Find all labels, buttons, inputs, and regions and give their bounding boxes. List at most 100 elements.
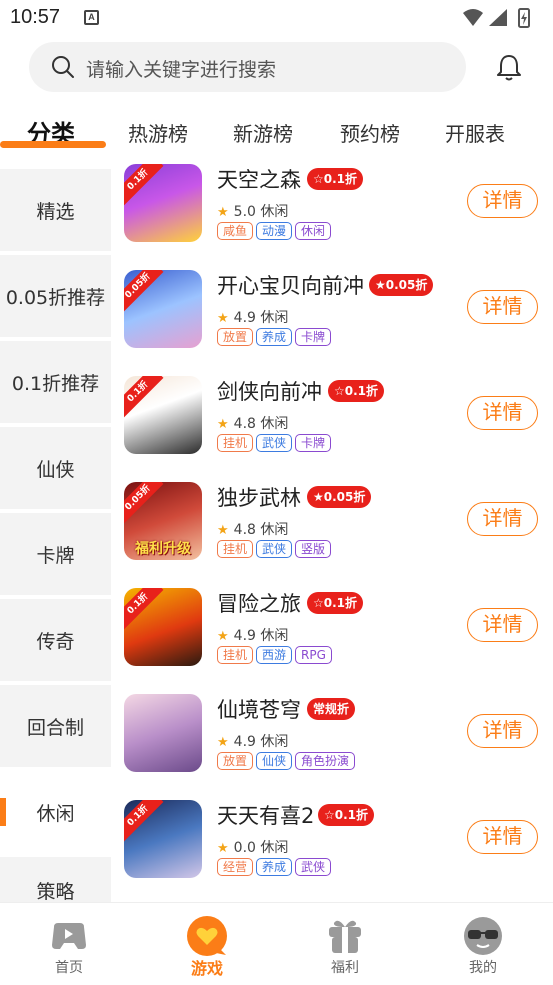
tag-list: 挂机 武侠 卡牌 — [217, 434, 334, 454]
genre-tag: 武侠 — [295, 858, 332, 876]
sidebar-item-legend[interactable]: 传奇 — [0, 599, 111, 681]
detail-button[interactable]: 详情 — [467, 608, 538, 642]
game-title: 仙境苍穹 — [217, 698, 301, 722]
game-rating: ★ 5.0 休闲 — [217, 201, 288, 221]
genre-tag: 经营 — [217, 858, 254, 876]
discount-badge: 常规折 — [307, 698, 356, 720]
gift-icon — [329, 920, 361, 953]
game-category: 休闲 — [260, 204, 289, 220]
swordsman-game-icon[interactable]: 0.1折 — [124, 376, 202, 454]
nav-games[interactable]: 游戏 — [138, 903, 276, 985]
genre-tag: 卡牌 — [295, 434, 332, 452]
genre-tag: RPG — [295, 646, 332, 664]
sidebar-item-xianxia[interactable]: 仙侠 — [0, 427, 111, 509]
game-sky-forest[interactable]: 0.1折 天空之森 ☆0.1折 ★ 5.0 休闲 咸鱼 动漫 休闲 详情 — [124, 164, 544, 270]
game-daily-joy[interactable]: 0.1折 天天有喜2 ☆0.1折 ★ 0.0 休闲 经营 养成 武侠 详情 — [124, 800, 544, 906]
tab-new-games[interactable]: 新游榜 — [233, 118, 293, 147]
game-category: 休闲 — [260, 628, 289, 644]
game-happy-baby[interactable]: 0.05折 开心宝贝向前冲 ★0.05折 ★ 4.9 休闲 放置 养成 卡牌 详情 — [124, 270, 544, 376]
genre-tag: 养成 — [256, 858, 293, 876]
genre-tag: 竖版 — [295, 540, 332, 558]
tag-list: 挂机 西游 RPG — [217, 646, 335, 666]
solo-wulin-game-icon[interactable]: 0.05折 福利升级 — [124, 482, 202, 560]
detail-button[interactable]: 详情 — [467, 502, 538, 536]
genre-tag: 放置 — [217, 752, 254, 770]
happy-baby-game-icon[interactable]: 0.05折 — [124, 270, 202, 348]
tag-list: 咸鱼 动漫 休闲 — [217, 222, 334, 242]
game-category: 休闲 — [260, 522, 289, 538]
discount-badge: ☆0.1折 — [307, 168, 364, 190]
genre-tag: 休闲 — [295, 222, 332, 240]
genre-tag: 西游 — [256, 646, 293, 664]
sidebar-item-strategy[interactable]: 策略 — [0, 857, 111, 902]
game-solo-wulin[interactable]: 0.05折 福利升级 独步武林 ★0.05折 ★ 4.8 休闲 挂机 武侠 竖版 详情 — [124, 482, 544, 588]
nav-benefits[interactable]: 福利 — [276, 903, 414, 985]
category-sidebar: 精选 0.05折推荐 0.1折推荐 仙侠 卡牌 传奇 回合制 休闲 策略 — [0, 166, 111, 902]
sidebar-item-0-1-discount[interactable]: 0.1折推荐 — [0, 341, 111, 423]
discount-badge: ★0.05折 — [307, 486, 372, 508]
tab-server-list[interactable]: 开服表 — [445, 118, 505, 147]
game-rating: ★ 4.9 休闲 — [217, 625, 288, 645]
genre-tag: 武侠 — [256, 540, 293, 558]
detail-button[interactable]: 详情 — [467, 290, 538, 324]
game-swordsman[interactable]: 0.1折 剑侠向前冲 ☆0.1折 ★ 4.8 休闲 挂机 武侠 卡牌 详情 — [124, 376, 544, 482]
wifi-icon — [463, 9, 483, 26]
discount-badge: ☆0.1折 — [318, 804, 375, 826]
adventure-trip-game-icon[interactable]: 0.1折 — [124, 588, 202, 666]
icon-discount-ribbon: 0.1折 — [124, 800, 164, 842]
icon-discount-ribbon: 0.05折 — [124, 270, 164, 312]
icon-caption: 福利升级 — [135, 541, 191, 557]
discount-badge: ☆0.1折 — [307, 592, 364, 614]
tag-list: 经营 养成 武侠 — [217, 858, 334, 878]
icon-discount-ribbon: 0.1折 — [124, 376, 164, 418]
game-category: 休闲 — [260, 734, 289, 750]
sidebar-item-card[interactable]: 卡牌 — [0, 513, 111, 595]
detail-button[interactable]: 详情 — [467, 396, 538, 430]
game-fairyland-sky[interactable]: 仙境苍穹 常规折 ★ 4.9 休闲 放置 仙侠 角色扮演 详情 — [124, 694, 544, 800]
nav-home[interactable]: 首页 — [0, 903, 138, 985]
tab-hot-games[interactable]: 热游榜 — [128, 118, 188, 147]
tag-list: 挂机 武侠 竖版 — [217, 540, 334, 560]
nav-profile[interactable]: 我的 — [414, 903, 552, 985]
genre-tag: 养成 — [256, 328, 293, 346]
star-icon: ★ — [217, 841, 229, 856]
icon-discount-ribbon: 0.1折 — [124, 588, 164, 630]
discount-badge: ☆0.1折 — [328, 380, 385, 402]
genre-tag: 咸鱼 — [217, 222, 254, 240]
game-title: 剑侠向前冲 — [217, 380, 322, 404]
genre-tag: 角色扮演 — [295, 752, 356, 770]
search-input[interactable]: 请输入关键字进行搜索 — [29, 42, 466, 92]
rating-value: 4.9 — [233, 628, 256, 644]
detail-button[interactable]: 详情 — [467, 184, 538, 218]
search-placeholder: 请输入关键字进行搜索 — [86, 59, 277, 81]
sidebar-item-featured[interactable]: 精选 — [0, 169, 111, 251]
status-bar: 10:57 A — [0, 0, 553, 36]
active-tab-indicator — [0, 141, 106, 148]
game-category: 休闲 — [260, 416, 289, 432]
sidebar-item-turn-based[interactable]: 回合制 — [0, 685, 111, 767]
genre-tag: 挂机 — [217, 646, 254, 664]
star-icon: ★ — [217, 205, 229, 220]
genre-tag: 卡牌 — [295, 328, 332, 346]
detail-button[interactable]: 详情 — [467, 714, 538, 748]
tab-preorder[interactable]: 预约榜 — [340, 118, 400, 147]
rating-value: 5.0 — [233, 204, 256, 220]
tag-list: 放置 养成 卡牌 — [217, 328, 334, 348]
genre-tag: 武侠 — [256, 434, 293, 452]
sidebar-item-0-05-discount[interactable]: 0.05折推荐 — [0, 255, 111, 337]
sky-forest-game-icon[interactable]: 0.1折 — [124, 164, 202, 242]
daily-joy-game-icon[interactable]: 0.1折 — [124, 800, 202, 878]
sunglasses-face-icon — [464, 917, 502, 955]
signal-icon — [489, 9, 507, 26]
sidebar-item-casual[interactable]: 休闲 — [0, 771, 111, 853]
rating-value: 4.8 — [233, 416, 256, 432]
fairyland-sky-game-icon[interactable] — [124, 694, 202, 772]
detail-button[interactable]: 详情 — [467, 820, 538, 854]
game-adventure-trip[interactable]: 0.1折 冒险之旅 ☆0.1折 ★ 4.9 休闲 挂机 西游 RPG 详情 — [124, 588, 544, 694]
rating-value: 0.0 — [233, 840, 256, 856]
status-icons — [463, 8, 530, 28]
genre-tag: 放置 — [217, 328, 254, 346]
bell-icon[interactable] — [494, 52, 524, 82]
game-rating: ★ 4.8 休闲 — [217, 519, 288, 539]
rating-value: 4.8 — [233, 522, 256, 538]
